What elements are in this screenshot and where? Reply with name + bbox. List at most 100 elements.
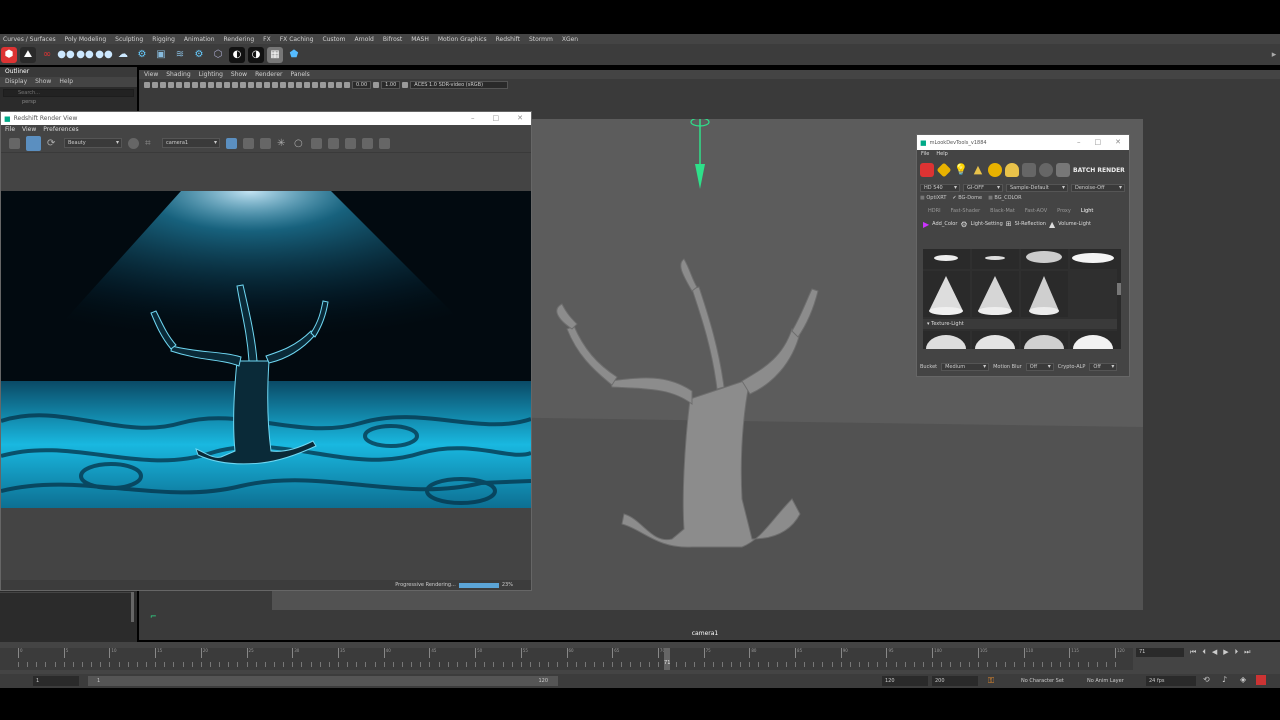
xray-icon[interactable] (320, 81, 326, 88)
minimize-icon[interactable]: – (471, 112, 475, 125)
tab-proxy[interactable]: Proxy (1052, 208, 1076, 214)
go-to-end-icon[interactable]: ⏭ (1244, 648, 1250, 657)
settings-icon[interactable]: ⚙ (191, 46, 207, 63)
gamma-icon[interactable] (373, 81, 380, 88)
ambient-occlusion-icon[interactable] (280, 81, 286, 88)
xray-active-icon[interactable] (336, 81, 342, 88)
smooth-shade-icon[interactable] (240, 81, 246, 88)
film-strip-icon[interactable] (9, 137, 20, 149)
outliner-menu-display[interactable]: Display (5, 77, 27, 87)
tab-light[interactable]: Light (1076, 208, 1098, 214)
light-preset-thumb[interactable] (1021, 249, 1068, 269)
isolate-select-icon[interactable] (312, 81, 318, 88)
lookdev-maximize-icon[interactable]: □ (1095, 135, 1102, 150)
light-preset-thumb[interactable] (923, 271, 970, 317)
outliner-item[interactable]: persp (0, 99, 137, 105)
menu-rigging[interactable]: Rigging (149, 36, 181, 43)
si-reflection-button[interactable]: SI-Reflection (1015, 221, 1046, 227)
lights-icon[interactable] (264, 81, 270, 88)
anim-layer-select[interactable]: No Anim Layer (1084, 676, 1140, 686)
redshift-menu-view[interactable]: View (22, 125, 36, 134)
playhead[interactable] (664, 648, 671, 670)
render-cube-icon[interactable] (920, 163, 934, 177)
resolution-select[interactable]: HD 540 (920, 183, 960, 192)
fit-icon[interactable] (345, 137, 356, 149)
gamma-field[interactable]: 1.00 (381, 80, 401, 89)
texture-light-thumb[interactable] (972, 331, 1019, 349)
refresh-icon[interactable]: ⟳ (47, 138, 58, 149)
viewport-menu-renderer[interactable]: Renderer (255, 70, 282, 79)
bulb-icon[interactable]: 💡 (954, 163, 968, 177)
motion-blur-icon[interactable] (288, 81, 294, 88)
step-back-icon[interactable]: ⏴ (1202, 648, 1206, 657)
menu-xgen[interactable]: XGen (559, 36, 584, 43)
character-set-select[interactable]: No Character Set (1018, 676, 1078, 686)
outliner-scrollbar[interactable] (131, 592, 134, 622)
loop-icon[interactable]: ⟲ (1203, 675, 1210, 684)
key-icon[interactable]: ◈ (1240, 675, 1246, 684)
film-icon[interactable] (1022, 163, 1036, 177)
snowflake-icon[interactable]: ✳ (277, 138, 288, 149)
redshift-menu-preferences[interactable]: Preferences (43, 125, 78, 134)
circle-icon[interactable]: ○ (294, 138, 305, 149)
wireframe-icon[interactable] (232, 81, 238, 88)
audio-icon[interactable]: ♪ (1222, 675, 1227, 684)
optixrt-checkbox[interactable]: ■ OptiXRT (920, 195, 946, 201)
denoise-select[interactable]: Denoise-Off (1071, 183, 1125, 192)
sphere-2-icon[interactable]: ◑ (248, 46, 264, 63)
range-bar[interactable]: 1 120 (88, 676, 558, 686)
snapshot-icon[interactable] (128, 137, 139, 149)
crypto-alp-select[interactable]: Off (1089, 363, 1118, 371)
lookdev-menu-file[interactable]: File (921, 150, 929, 159)
current-frame-field[interactable]: 71 (1136, 647, 1184, 657)
tab-fast-shader[interactable]: Fast-Shader (946, 208, 986, 214)
cloud-icon[interactable]: ●● (57, 46, 75, 63)
safe-title-icon[interactable] (224, 81, 230, 88)
batch-image-icon[interactable] (1056, 163, 1070, 177)
viewport-menu-lighting[interactable]: Lighting (199, 70, 223, 79)
menu-sculpting[interactable]: Sculpting (112, 36, 149, 43)
menu-bifrost[interactable]: Bifrost (380, 36, 408, 43)
fog-icon[interactable]: ≋ (172, 46, 188, 63)
viewport-menu-shading[interactable]: Shading (166, 70, 190, 79)
viewport-menu-panels[interactable]: Panels (290, 70, 309, 79)
exposure-field[interactable]: 0.00 (352, 80, 372, 89)
bookmark-icon[interactable] (160, 81, 166, 88)
add-color-button[interactable]: Add_Color (932, 221, 957, 227)
outliner-search-input[interactable]: Search... (3, 89, 134, 97)
color-space-select[interactable]: ACES 1.0 SDR-video (sRGB) (410, 80, 509, 89)
play-forward-icon[interactable]: ▶ (1223, 648, 1228, 656)
maximize-icon[interactable]: □ (493, 112, 500, 125)
preset-scrollbar-thumb[interactable] (1117, 283, 1121, 295)
bucket-select[interactable]: Medium (941, 363, 990, 371)
light-preset-thumb[interactable] (972, 249, 1019, 269)
hdr-icon[interactable] (1039, 163, 1053, 177)
shirt-icon[interactable]: ⬟ (286, 46, 302, 63)
menu-fx[interactable]: FX (260, 36, 277, 43)
cloud-3-icon[interactable]: ●● (95, 46, 113, 63)
tab-fast-aov[interactable]: Fast-AOV (1020, 208, 1052, 214)
field-chart-icon[interactable] (208, 81, 214, 88)
crop-icon[interactable]: ⌗ (145, 138, 156, 149)
bg-dome-checkbox[interactable]: ✓ BG-Dome (952, 195, 982, 201)
time-slider[interactable]: 0 5 10 15 20 25 30 35 40 45 50 55 60 65 70 75 80 85 90 95 10… (0, 648, 1133, 670)
menu-arnold[interactable]: Arnold (351, 36, 379, 43)
film-gate-icon[interactable] (184, 81, 190, 88)
redshift-menu-file[interactable]: File (5, 125, 15, 134)
texture-light-thumb[interactable] (923, 331, 970, 349)
grid-view-icon[interactable] (260, 137, 271, 149)
menu-rendering[interactable]: Rendering (221, 36, 261, 43)
box-icon[interactable]: ▣ (153, 46, 169, 63)
menu-stormm[interactable]: Stormm (526, 36, 559, 43)
video-icon[interactable] (243, 137, 254, 149)
lookdev-close-icon[interactable]: ✕ (1115, 135, 1121, 150)
aov-select[interactable]: Beauty (64, 138, 122, 148)
prefs-icon[interactable] (1256, 675, 1266, 685)
grid-icon[interactable] (176, 81, 182, 88)
redshift-cube-icon[interactable]: ⬢ (1, 46, 17, 63)
focus-icon[interactable] (311, 137, 322, 149)
gear-icon[interactable]: ⚙ (134, 46, 150, 63)
image-plane-icon[interactable] (168, 81, 174, 88)
menu-mash[interactable]: MASH (408, 36, 435, 43)
motion-blur-select[interactable]: Off (1025, 363, 1054, 371)
